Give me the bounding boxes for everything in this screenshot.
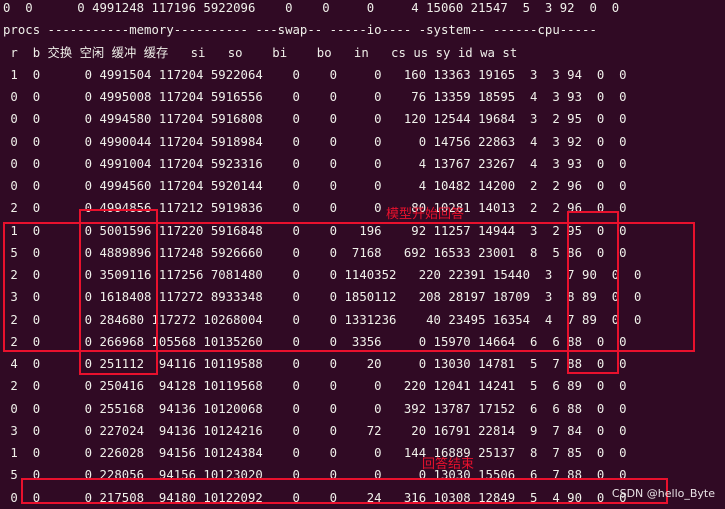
vmstat-header-line: procs -----------memory---------- ---swa… (3, 23, 597, 38)
vmstat-output-line: 0 0 0 4991004 117204 5923316 0 0 0 4 137… (3, 156, 627, 171)
vmstat-output-line: 0 0 0 4994560 117204 5920144 0 0 0 4 104… (3, 179, 627, 193)
vmstat-output-line: 0 0 0 4994580 117204 5916808 0 0 0 120 1… (3, 112, 627, 127)
annotation-answer-end: 回答结束 (422, 457, 475, 472)
vmstat-output-line: 0 0 0 4995008 117204 5916556 0 0 0 76 13… (3, 90, 627, 104)
highlight-box-free-memory-column (79, 209, 158, 375)
watermark: CSDN @hello_Byte (611, 487, 715, 500)
annotation-answer-start: 模型开始回答 (386, 207, 465, 222)
vmstat-output-line: 0 0 0 255168 94136 10120068 0 0 0 392 13… (3, 401, 627, 416)
vmstat-output-line: 1 0 0 4991504 117204 5922064 0 0 0 160 1… (3, 67, 627, 82)
vmstat-output-line: 3 0 0 227024 94136 10124216 0 0 72 20 16… (3, 423, 627, 438)
vmstat-output-line: 2 0 0 250416 94128 10119568 0 0 0 220 12… (3, 379, 627, 394)
vmstat-header-line: 0 0 0 4991248 117196 5922096 0 0 0 4 150… (3, 1, 620, 15)
highlight-box-last-row (21, 478, 668, 504)
vmstat-header-line: r b 交换 空闲 缓冲 缓存 si so bi bo in cs us sy … (3, 45, 518, 60)
vmstat-output-line: 1 0 0 226028 94156 10124384 0 0 0 144 16… (3, 446, 627, 460)
highlight-box-cpu-column (567, 211, 619, 374)
vmstat-output-line: 0 0 0 4990044 117204 5918984 0 0 0 0 147… (3, 134, 627, 149)
